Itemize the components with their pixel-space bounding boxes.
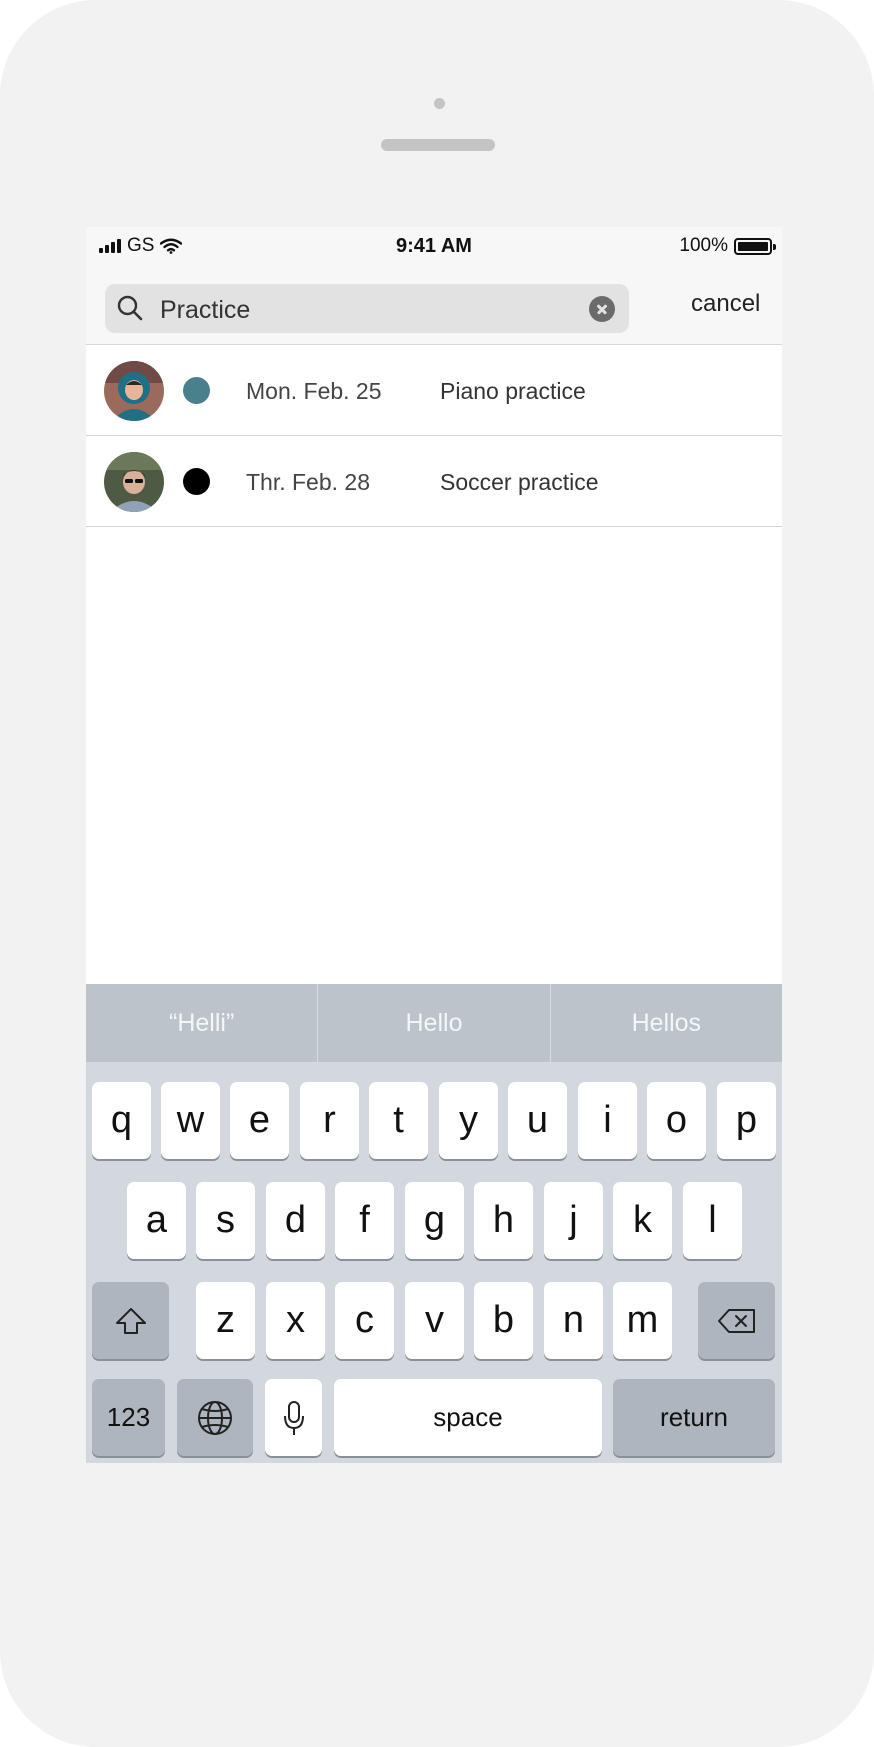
shift-icon xyxy=(115,1307,146,1334)
battery-icon xyxy=(734,237,776,255)
key-x[interactable]: x xyxy=(266,1282,325,1359)
suggestion-2[interactable]: Hello xyxy=(317,984,549,1062)
suggestion-3[interactable]: Hellos xyxy=(549,984,782,1062)
suggestion-1[interactable]: “Helli” xyxy=(86,984,317,1062)
suggestion-bar: “Helli” Hello Hellos xyxy=(86,984,782,1062)
phone-frame: GS 9:41 AM 100% Practice cancel Mon. Feb… xyxy=(0,0,874,1747)
front-camera xyxy=(434,98,445,109)
status-right: 100% xyxy=(679,235,776,257)
key-h[interactable]: h xyxy=(474,1182,533,1259)
key-s[interactable]: s xyxy=(196,1182,255,1259)
status-time: 9:41 AM xyxy=(396,235,472,257)
key-k[interactable]: k xyxy=(613,1182,672,1259)
key-i[interactable]: i xyxy=(578,1082,637,1159)
globe-key[interactable] xyxy=(177,1379,253,1456)
key-q[interactable]: q xyxy=(92,1082,151,1159)
key-l[interactable]: l xyxy=(683,1182,742,1259)
results-list: Mon. Feb. 25 Piano practice Thr. Feb. 28… xyxy=(86,345,782,527)
search-input[interactable]: Practice xyxy=(160,296,250,325)
avatar xyxy=(104,452,164,512)
dictation-key[interactable] xyxy=(265,1379,322,1456)
search-bar: Practice cancel xyxy=(86,271,782,345)
list-item[interactable]: Thr. Feb. 28 Soccer practice xyxy=(86,436,782,527)
calendar-color-dot xyxy=(183,468,210,495)
event-title: Soccer practice xyxy=(440,469,599,495)
key-a[interactable]: a xyxy=(127,1182,186,1259)
key-g[interactable]: g xyxy=(405,1182,464,1259)
space-key[interactable]: space xyxy=(334,1379,602,1456)
shift-key[interactable] xyxy=(92,1282,169,1359)
key-r[interactable]: r xyxy=(300,1082,359,1159)
keyboard: “Helli” Hello Hellos q w e r t y u i o p… xyxy=(86,984,782,1463)
key-u[interactable]: u xyxy=(508,1082,567,1159)
key-j[interactable]: j xyxy=(544,1182,603,1259)
battery-percent: 100% xyxy=(679,235,728,256)
earpiece-speaker xyxy=(381,139,495,151)
key-p[interactable]: p xyxy=(717,1082,776,1159)
globe-icon xyxy=(198,1400,232,1435)
search-icon xyxy=(117,295,143,321)
clear-icon[interactable] xyxy=(589,296,615,322)
status-bar: GS 9:41 AM 100% xyxy=(86,227,782,271)
calendar-color-dot xyxy=(183,377,210,404)
list-item[interactable]: Mon. Feb. 25 Piano practice xyxy=(86,345,782,436)
event-date: Mon. Feb. 25 xyxy=(246,378,382,404)
key-z[interactable]: z xyxy=(196,1282,255,1359)
key-b[interactable]: b xyxy=(474,1282,533,1359)
return-key[interactable]: return xyxy=(613,1379,775,1456)
event-title: Piano practice xyxy=(440,378,586,404)
key-e[interactable]: e xyxy=(230,1082,289,1159)
key-t[interactable]: t xyxy=(369,1082,428,1159)
delete-icon xyxy=(717,1308,755,1333)
screen: GS 9:41 AM 100% Practice cancel Mon. Feb… xyxy=(86,227,782,1463)
key-c[interactable]: c xyxy=(335,1282,394,1359)
numbers-key[interactable]: 123 xyxy=(92,1379,165,1456)
key-y[interactable]: y xyxy=(439,1082,498,1159)
microphone-icon xyxy=(283,1400,304,1435)
avatar xyxy=(104,361,164,421)
key-f[interactable]: f xyxy=(335,1182,394,1259)
key-w[interactable]: w xyxy=(161,1082,220,1159)
delete-key[interactable] xyxy=(698,1282,775,1359)
key-o[interactable]: o xyxy=(647,1082,706,1159)
key-d[interactable]: d xyxy=(266,1182,325,1259)
key-n[interactable]: n xyxy=(544,1282,603,1359)
cancel-button[interactable]: cancel xyxy=(691,290,760,318)
event-date: Thr. Feb. 28 xyxy=(246,469,371,495)
key-v[interactable]: v xyxy=(405,1282,464,1359)
key-m[interactable]: m xyxy=(613,1282,672,1359)
search-field[interactable]: Practice xyxy=(105,284,629,333)
